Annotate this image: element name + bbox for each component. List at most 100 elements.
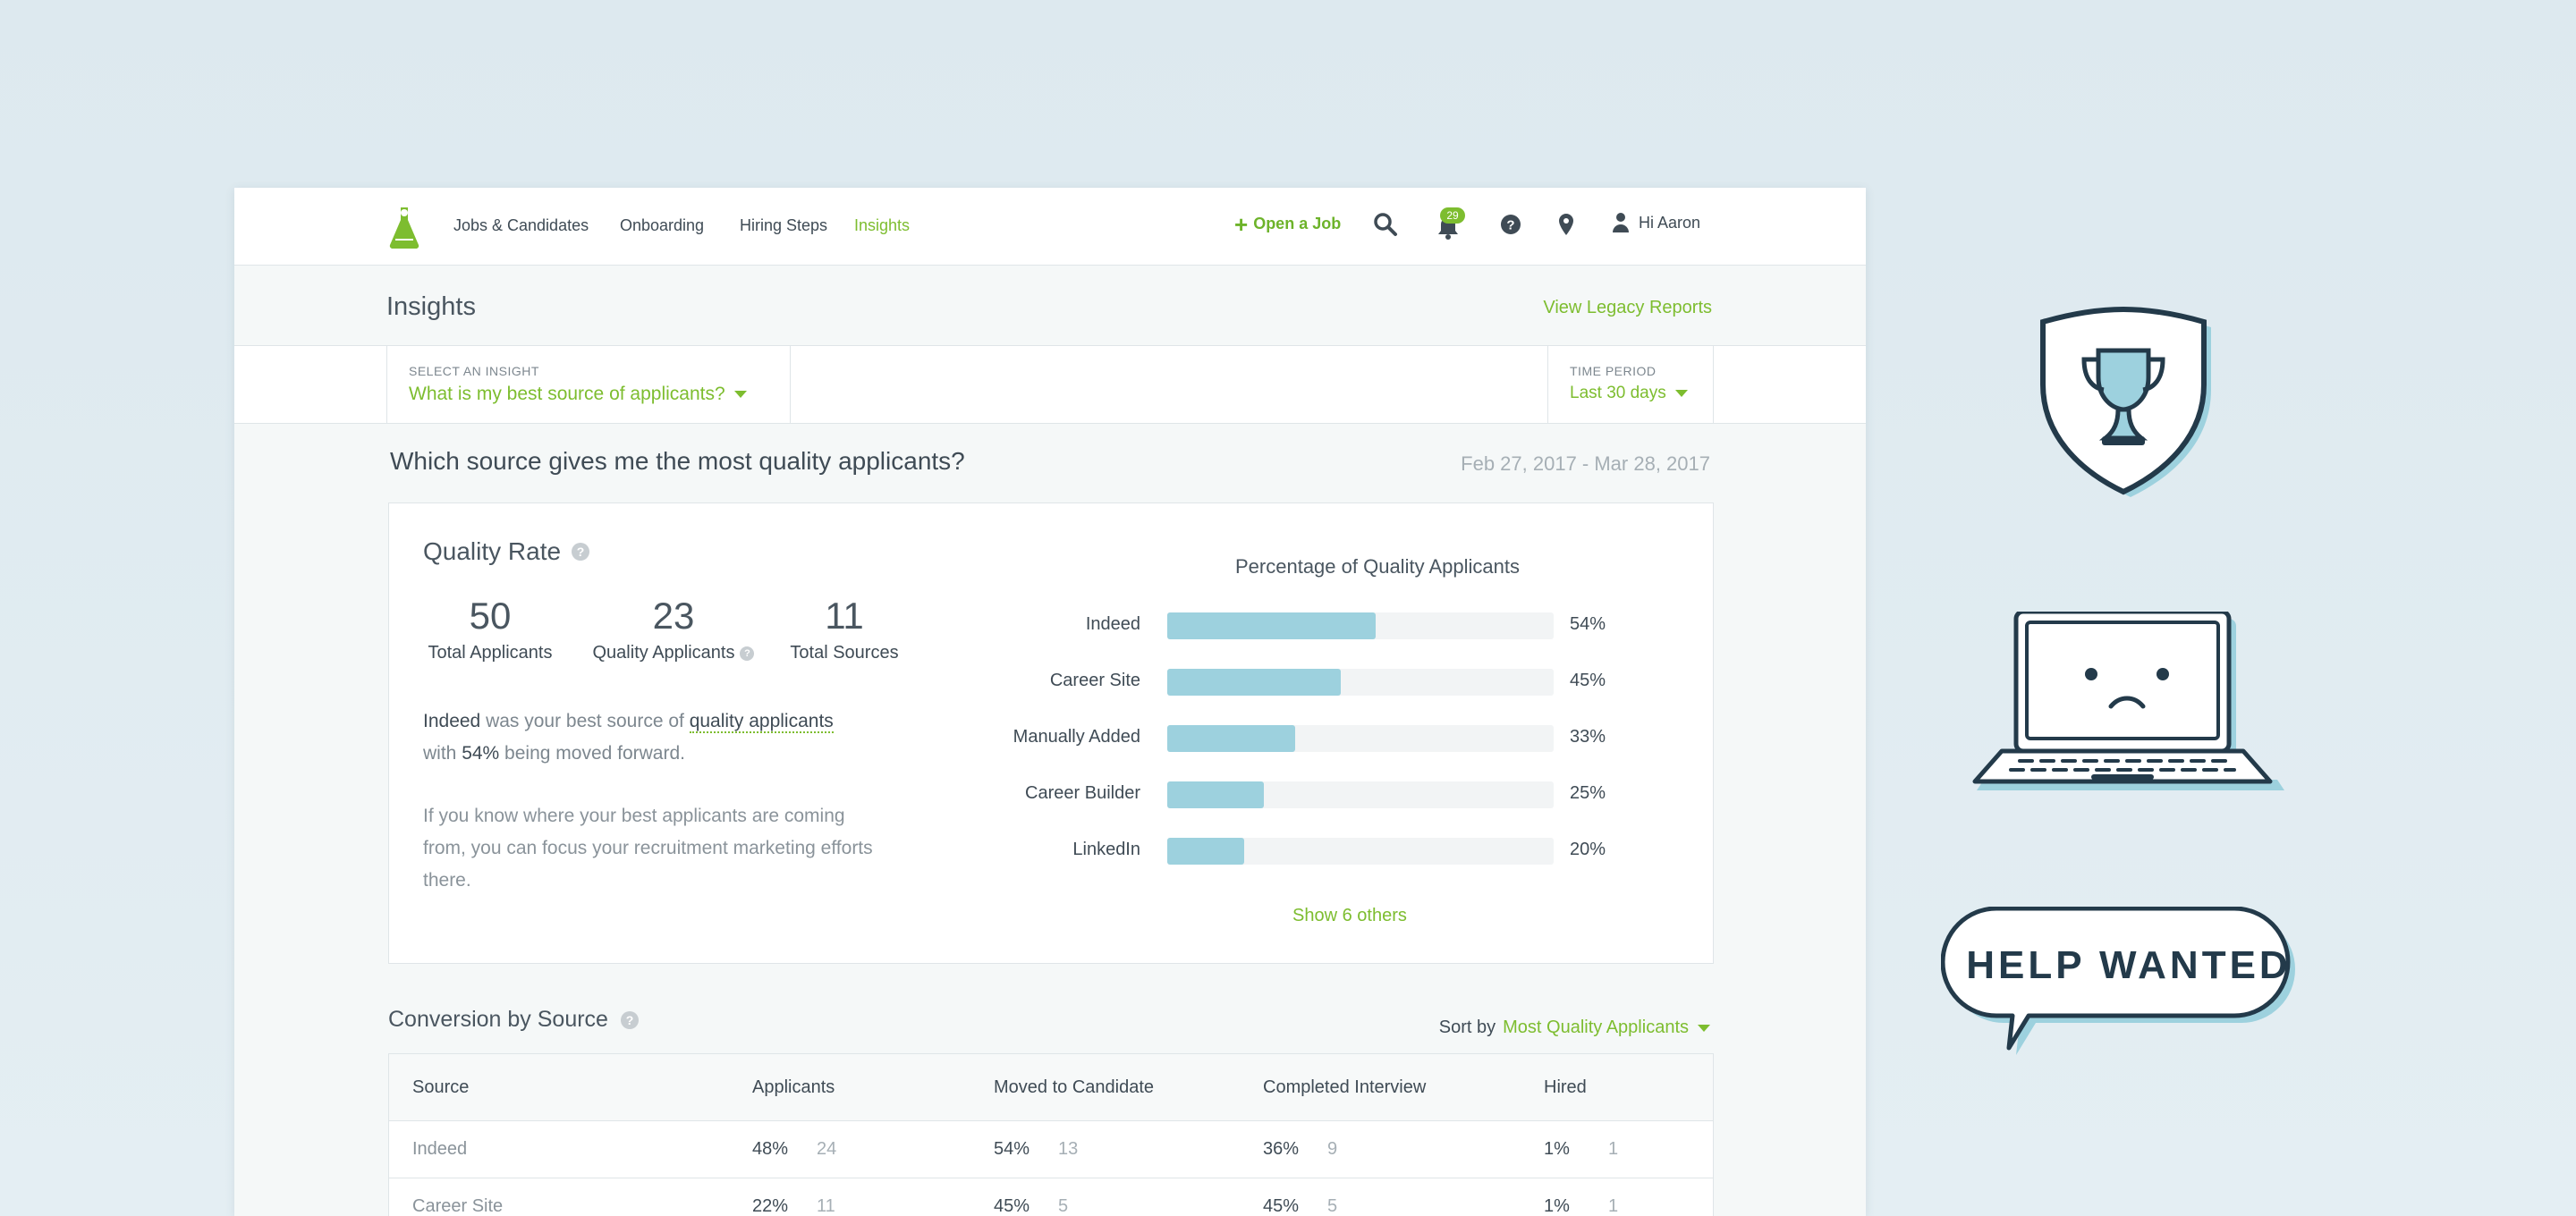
chart-title: Percentage of Quality Applicants (1235, 555, 1520, 578)
source-cell: Career Site (412, 1196, 504, 1216)
metric-cell: 36% 9 (1263, 1139, 1337, 1160)
help-icon[interactable]: ? (1497, 211, 1524, 238)
bar-track (1167, 612, 1554, 639)
bar[interactable] (1167, 781, 1264, 808)
metric-cell: 22% 11 (752, 1196, 835, 1216)
help-icon[interactable]: ? (740, 646, 755, 661)
time-period-selector[interactable]: TIME PERIOD Last 30 days (1547, 346, 1714, 423)
bar-category-label: Manually Added (1013, 727, 1140, 747)
bar-row: LinkedIn 20% (389, 836, 1713, 865)
quality-rate-title: Quality Rate (423, 537, 562, 565)
insight-selector-value-wrap: What is my best source of applicants? (409, 384, 747, 405)
insight-selector-label: SELECT AN INSIGHT (409, 364, 539, 378)
app-window: Jobs & Candidates Onboarding Hiring Step… (234, 188, 1866, 1216)
source-cell: Indeed (412, 1139, 468, 1159)
chevron-down-icon (1698, 1024, 1710, 1032)
bar-value-label: 20% (1570, 840, 1606, 859)
bar-value-label: 54% (1570, 614, 1606, 634)
nav-link-onboarding[interactable]: Onboarding (620, 216, 704, 235)
metric-cell: 1% 1 (1544, 1139, 1618, 1160)
bar-category-label: Career Builder (1025, 783, 1140, 803)
open-job-button[interactable]: + Open a Job (1234, 210, 1342, 238)
page-header: Insights View Legacy Reports (234, 266, 1866, 346)
metric-percent: 22% (752, 1196, 789, 1216)
help-icon[interactable]: ? (620, 1010, 639, 1029)
time-period-value-wrap: Last 30 days (1570, 384, 1688, 403)
insight-question: Which source gives me the most quality a… (390, 447, 965, 475)
nav-link-jobs[interactable]: Jobs & Candidates (453, 216, 589, 235)
view-legacy-reports-link[interactable]: View Legacy Reports (1543, 298, 1712, 318)
quality-rate-card: Quality Rate ? 50 Total Applicants 23 Qu… (388, 502, 1714, 964)
metric-cell: 54% 13 (994, 1139, 1078, 1160)
trophy-shield-icon (2040, 306, 2211, 497)
time-period-value: Last 30 days (1570, 384, 1666, 402)
table-header: Source Applicants Moved to Candidate Com… (389, 1054, 1713, 1121)
table-row[interactable]: Career Site 22% 11 45% 5 45% 5 1% 1 (389, 1178, 1713, 1216)
bar[interactable] (1167, 669, 1342, 696)
nav-link-hiring-steps[interactable]: Hiring Steps (740, 216, 827, 235)
bar[interactable] (1167, 838, 1245, 865)
stat-label: Total Sources (790, 643, 899, 663)
nav-link-insights[interactable]: Insights (854, 216, 910, 235)
user-greeting: Hi Aaron (1639, 213, 1701, 232)
bar-category-label: LinkedIn (1072, 840, 1140, 859)
page-title: Insights (386, 292, 476, 321)
metric-cell: 48% 24 (752, 1139, 836, 1160)
chevron-down-icon (1674, 389, 1688, 397)
sad-laptop-icon (1972, 612, 2284, 790)
bar-track (1167, 781, 1554, 808)
metric-count: 24 (817, 1139, 837, 1159)
bar-track (1167, 838, 1554, 865)
search-icon[interactable] (1372, 211, 1399, 238)
bar-track (1167, 669, 1554, 696)
sort-control[interactable]: Sort by Most Quality Applicants (1439, 1018, 1710, 1038)
help-wanted-bubble-icon: HELP WANTED (1941, 907, 2295, 1055)
stat-label: Quality Applicants (592, 643, 735, 663)
metric-count: 5 (1058, 1196, 1069, 1216)
stat-label-wrap: Quality Applicants ? (584, 643, 763, 663)
bar-value-label: 25% (1570, 783, 1606, 803)
conversion-heading: Conversion by Source ? (388, 1007, 639, 1033)
chevron-down-icon (733, 391, 747, 399)
metric-count: 1 (1608, 1196, 1619, 1216)
table-body: Indeed 48% 24 54% 13 36% 9 1% 1 Career Site 22% 11 4… (389, 1121, 1713, 1216)
metric-cell: 1% 1 (1544, 1196, 1618, 1216)
table-row[interactable]: Indeed 48% 24 54% 13 36% 9 1% 1 (389, 1121, 1713, 1178)
user-menu[interactable]: Hi Aaron (1612, 212, 1700, 233)
metric-cell: 45% 5 (994, 1196, 1068, 1216)
help-icon[interactable]: ? (572, 543, 590, 561)
plus-icon: + (1234, 210, 1249, 238)
bar-value-label: 45% (1570, 671, 1606, 690)
bar-row: Career Site 45% (389, 667, 1713, 696)
notification-count-badge: 29 (1440, 207, 1465, 224)
metric-count: 9 (1327, 1139, 1338, 1159)
metric-count: 13 (1058, 1139, 1079, 1159)
column-header[interactable]: Moved to Candidate (994, 1077, 1154, 1098)
column-header[interactable]: Hired (1544, 1077, 1587, 1098)
metric-percent: 1% (1544, 1196, 1570, 1216)
help-wanted-text: HELP WANTED (1966, 943, 2291, 987)
user-icon (1613, 213, 1629, 232)
show-others-link[interactable]: Show 6 others (1292, 906, 1407, 926)
bar-category-label: Indeed (1085, 614, 1140, 634)
logo-icon[interactable] (386, 204, 422, 250)
bar-category-label: Career Site (1049, 671, 1140, 690)
bar-track (1167, 725, 1554, 752)
date-range: Feb 27, 2017 - Mar 28, 2017 (1461, 452, 1710, 475)
open-job-label: Open a Job (1253, 215, 1342, 232)
metric-percent: 54% (994, 1139, 1030, 1159)
column-header[interactable]: Applicants (752, 1077, 835, 1098)
bar-row: Manually Added 33% (389, 723, 1713, 752)
bar-row: Indeed 54% (389, 611, 1713, 639)
top-nav: Jobs & Candidates Onboarding Hiring Step… (234, 188, 1866, 266)
metric-percent: 1% (1544, 1139, 1570, 1159)
location-pin-icon[interactable] (1553, 211, 1580, 238)
conversion-table: Source Applicants Moved to Candidate Com… (388, 1053, 1714, 1216)
column-header[interactable]: Source (412, 1077, 469, 1098)
column-header[interactable]: Completed Interview (1263, 1077, 1426, 1098)
svg-text:?: ? (1506, 218, 1514, 233)
bar[interactable] (1167, 725, 1295, 752)
insight-selector[interactable]: SELECT AN INSIGHT What is my best source… (386, 346, 791, 423)
filter-bar: SELECT AN INSIGHT What is my best source… (234, 346, 1866, 424)
bar[interactable] (1167, 612, 1377, 639)
